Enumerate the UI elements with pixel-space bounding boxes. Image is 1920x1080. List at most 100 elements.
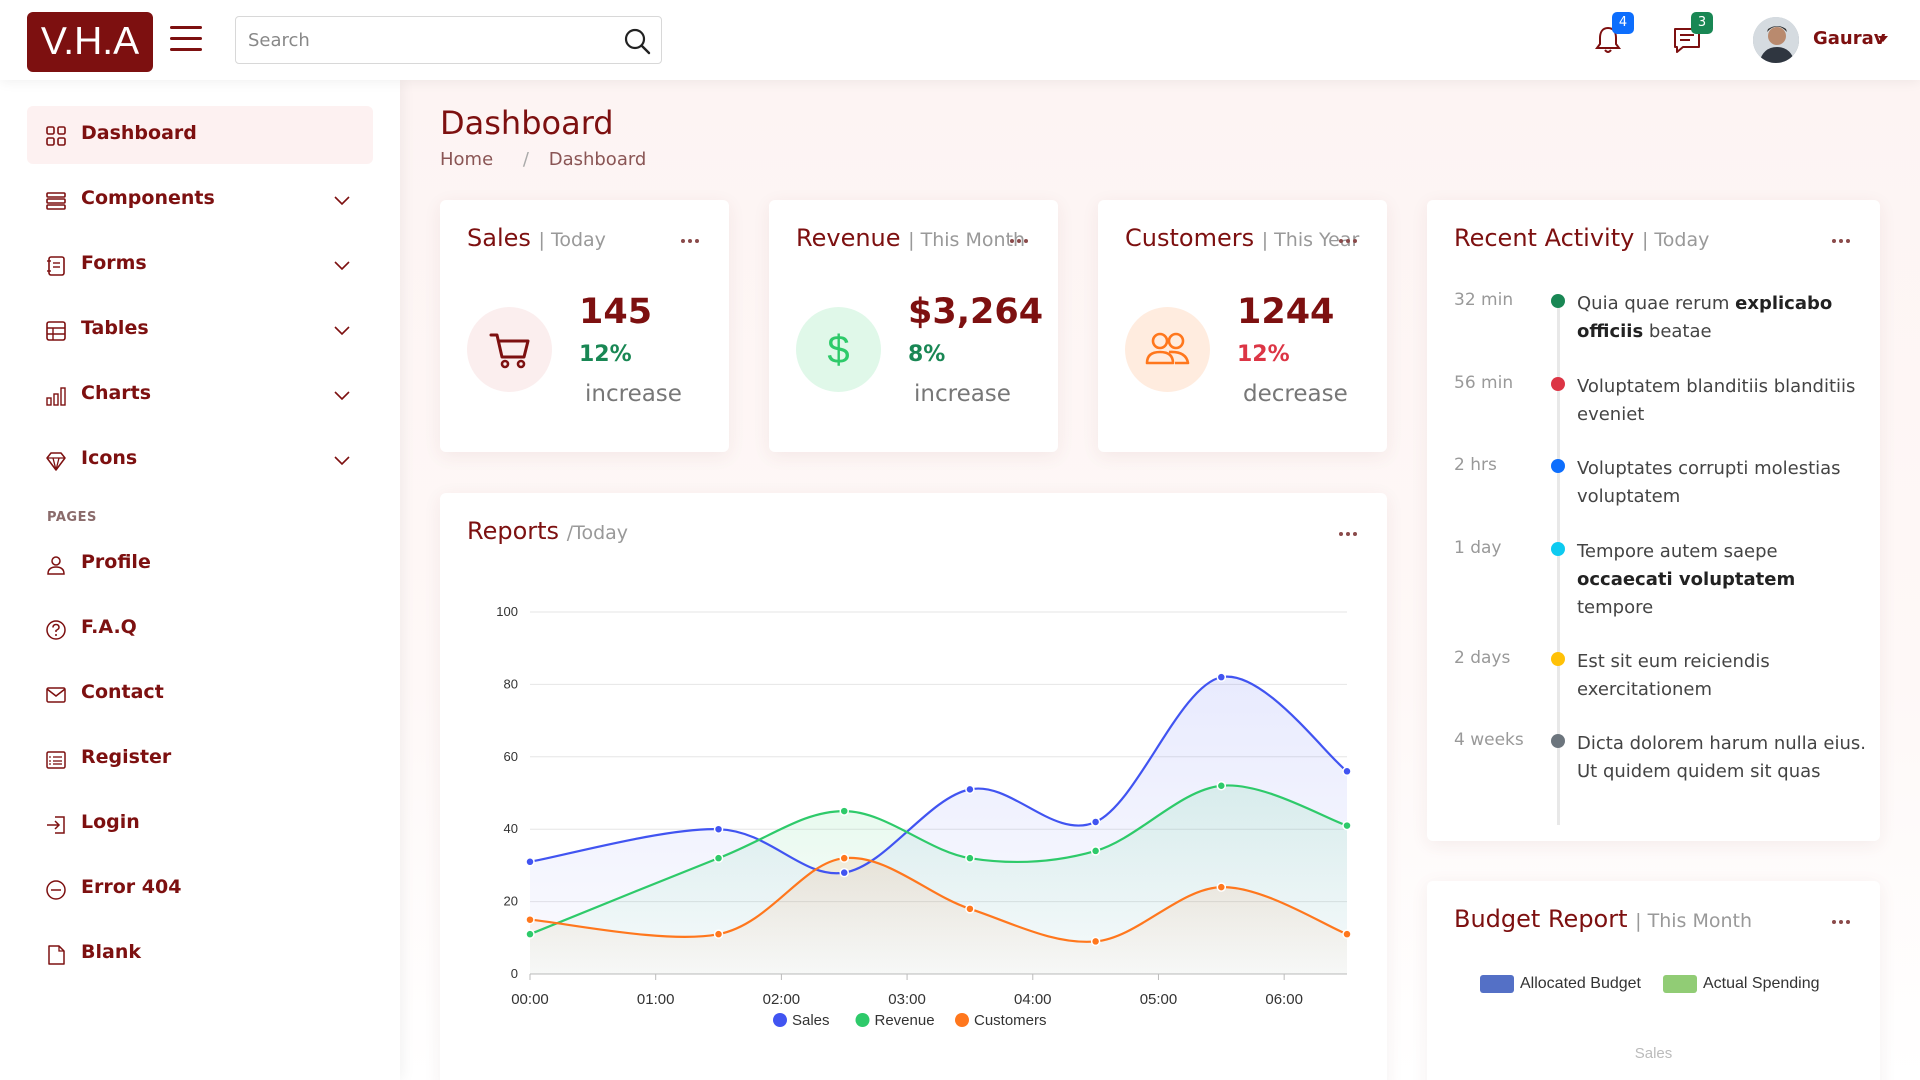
x-tick-label: 01:00 [637,991,675,1008]
budget-legend-actual[interactable]: Actual Spending [1663,975,1820,993]
data-point-revenue [965,853,975,863]
x-tick-label: 04:00 [1014,991,1052,1008]
sidebar-item-label: Tables [81,317,149,339]
chevron-down-icon [334,326,350,336]
stat-percent: 8% [908,342,946,367]
y-tick-label: 0 [511,966,518,981]
search-input[interactable] [236,17,606,63]
legend-swatch [1480,975,1514,993]
radar-axis-label: Sales [1634,1045,1673,1062]
reports-card: Reports /Today 0 20 40 60 80 100 00:00 01:00 02:… [440,493,1387,1080]
more-options-icon[interactable] [1010,228,1032,243]
people-icon [1145,332,1190,365]
x-tick-label: 05:00 [1140,991,1178,1008]
card-title: Budget Report | This Month [1454,905,1752,933]
sidebar-item-label: Contact [81,681,164,703]
more-options-icon[interactable] [1832,228,1854,243]
sidebar-item-faq[interactable]: F.A.Q [27,600,373,658]
sidebar-item-components[interactable]: Components [27,171,373,229]
legend-marker-revenue [855,1013,870,1027]
question-icon [46,620,66,640]
stat-icon-circle [1125,307,1210,392]
data-point-revenue [1090,846,1101,856]
sidebar-item-dashboard[interactable]: Dashboard [27,106,373,164]
bar-chart-icon [46,387,66,406]
x-tick-label: 02:00 [763,991,801,1008]
card-title: Customers | This Year [1125,224,1359,252]
activity-dot-icon [1551,734,1565,748]
more-options-icon[interactable] [681,228,703,243]
stat-trend: increase [914,381,1011,407]
sidebar-item-forms[interactable]: Forms [27,236,373,294]
breadcrumb-current: Dashboard [548,149,647,170]
legend-swatch [1663,975,1697,993]
breadcrumb-separator: / [522,149,529,170]
username[interactable]: Gaurav [1813,28,1886,49]
dollar-icon: $ [827,328,849,372]
search-icon[interactable] [623,27,651,55]
more-options-icon[interactable] [1339,228,1361,243]
menu-icon [46,192,66,210]
messages-button[interactable]: 3 [1671,12,1713,56]
card-period: | This Month [1635,910,1753,932]
card-title-text: Budget Report [1454,905,1628,933]
activity-text: Dicta dolorem harum nulla eius. Ut quide… [1577,733,1867,782]
card-title-text: Recent Activity [1454,224,1635,252]
caret-down-icon[interactable] [1878,36,1888,42]
data-point-sales [1090,817,1101,827]
sidebar-item-error-404[interactable]: Error 404 [27,860,373,918]
sidebar-item-register[interactable]: Register [27,730,373,788]
top-header: V.H.A 4 3 Gaurav [0,0,1920,80]
y-tick-label: 20 [504,894,518,909]
notifications-button[interactable]: 4 [1592,12,1634,56]
x-tick-label: 06:00 [1265,991,1303,1008]
sidebar: Dashboard Components Forms Tables Charts… [0,80,400,1080]
data-point-sales [1342,766,1352,777]
sidebar-item-blank[interactable]: Blank [27,925,373,983]
sidebar-item-login[interactable]: Login [27,795,373,853]
y-tick-label: 60 [504,749,518,764]
budget-legend-allocated[interactable]: Allocated Budget [1480,975,1641,993]
legend-label-customers: Customers [974,1012,1047,1029]
table-icon [46,321,66,341]
cart-icon [489,333,530,369]
user-avatar-icon [1753,17,1799,63]
card-title: Recent Activity | Today [1454,224,1709,252]
customers-card: Customers | This Year 1244 12% decrease [1098,200,1387,452]
chevron-down-icon [334,261,350,271]
more-options-icon[interactable] [1832,909,1854,924]
legend-marker-customers [955,1013,969,1027]
activity-dot-icon [1551,294,1565,308]
y-tick-label: 40 [504,821,518,836]
sidebar-item-contact[interactable]: Contact [27,665,373,723]
sidebar-item-profile[interactable]: Profile [27,535,373,593]
sidebar-item-label: Components [81,187,215,209]
avatar[interactable] [1753,17,1799,63]
data-point-customers [1216,882,1227,892]
data-point-customers [1342,929,1352,939]
sidebar-item-charts[interactable]: Charts [27,366,373,424]
data-point-revenue [1342,820,1352,831]
sidebar-item-tables[interactable]: Tables [27,301,373,359]
sidebar-item-label: Icons [81,447,138,469]
sidebar-toggle-button[interactable] [170,26,202,52]
card-list-icon [46,751,66,769]
logo[interactable]: V.H.A [27,12,153,72]
data-point-customers [525,914,535,925]
activity-dot-icon [1551,652,1565,666]
sidebar-item-icons[interactable]: Icons [27,431,373,489]
activity-time: 2 days [1454,648,1511,668]
search-bar [235,16,662,64]
breadcrumb-home-link[interactable]: Home [440,149,493,170]
stat-percent: 12% [1237,342,1290,367]
chevron-down-icon [334,196,350,206]
sidebar-item-label: Profile [81,551,151,573]
card-period: | Today [538,229,606,251]
data-point-sales [713,824,724,834]
grid-icon [46,126,66,146]
data-point-customers [1090,936,1101,947]
data-point-customers [965,904,975,914]
activity-time: 56 min [1454,373,1514,393]
stat-icon-circle [467,307,552,392]
activity-dot-icon [1551,459,1565,473]
